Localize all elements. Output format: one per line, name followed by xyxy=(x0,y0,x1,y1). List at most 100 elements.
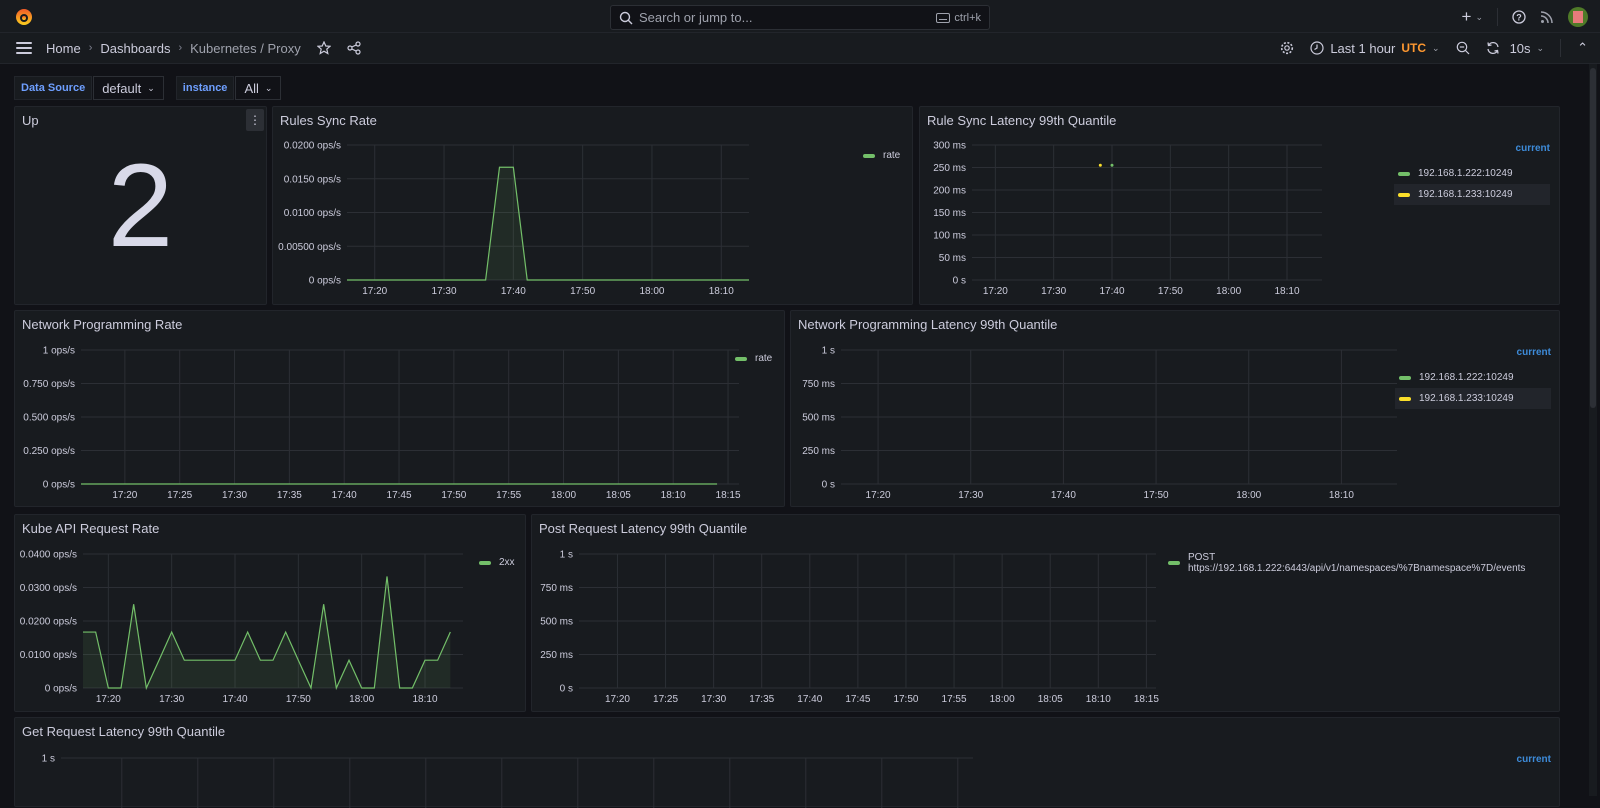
x-tick-label: 17:40 xyxy=(222,694,247,705)
grafana-logo-icon[interactable] xyxy=(14,7,34,27)
x-tick-label: 18:00 xyxy=(639,286,664,297)
divider xyxy=(1497,8,1498,26)
x-tick-label: 17:50 xyxy=(893,694,918,705)
breadcrumb-dashboards[interactable]: Dashboards xyxy=(100,41,170,56)
data-point xyxy=(1110,163,1114,167)
chart-get-request-latency[interactable]: 1 s xyxy=(15,718,1561,808)
x-tick-label: 17:40 xyxy=(797,694,822,705)
legend-item[interactable]: 192.168.1.222:10249 xyxy=(1395,367,1551,388)
y-tick-label: 0 s xyxy=(953,276,966,287)
legend-item[interactable]: 192.168.1.233:10249 xyxy=(1395,388,1551,409)
legend-label: 192.168.1.222:10249 xyxy=(1419,372,1514,383)
panel-get-request-latency[interactable]: Get Request Latency 99th Quantile 1 s cu… xyxy=(14,717,1561,808)
dashboard-nav-bar: Home › Dashboards › Kubernetes / Proxy L… xyxy=(0,33,1600,64)
legend-color-swatch xyxy=(1398,192,1410,197)
legend-item[interactable]: rate xyxy=(859,145,904,166)
chevron-down-icon: ⌄ xyxy=(1475,11,1483,22)
chart-post-request-latency[interactable]: 0 s 250 ms 500 ms 750 ms 1 s 17:20 17:25 17:30 1… xyxy=(532,515,1561,713)
panel-rule-sync-latency[interactable]: Rule Sync Latency 99th Quantile 0 s 50 ms… xyxy=(919,106,1560,305)
panel-title: Up xyxy=(22,113,39,128)
menu-icon[interactable] xyxy=(16,42,32,54)
panel-up[interactable]: Up ⋮ 2 xyxy=(14,106,267,305)
chart-network-programming-latency[interactable]: 0 s 250 ms 500 ms 750 ms 1 s 17:20 17:30 17:40 1… xyxy=(791,311,1561,508)
y-tick-label: 0.0300 ops/s xyxy=(20,583,77,594)
panel-network-programming-rate[interactable]: Network Programming Rate 0 ops/s 0.250 op… xyxy=(14,310,785,507)
refresh-icon xyxy=(1486,41,1499,55)
time-range-label: Last 1 hour xyxy=(1330,40,1396,56)
panel-kube-api-request-rate[interactable]: Kube API Request Rate 0 ops/s 0.0100 ops/… xyxy=(14,514,526,712)
chevron-down-icon: ⌄ xyxy=(147,82,155,93)
y-tick-label: 0.0100 ops/s xyxy=(284,208,341,219)
chevron-down-icon: ⌄ xyxy=(264,82,273,93)
legend-item[interactable]: 2xx xyxy=(475,552,519,573)
x-tick-label: 17:20 xyxy=(866,490,891,501)
breadcrumb-current: Kubernetes / Proxy xyxy=(190,40,301,56)
new-button[interactable]: + ⌄ xyxy=(1462,7,1483,27)
chart-network-programming-rate[interactable]: 0 ops/s 0.250 ops/s 0.500 ops/s 0.750 ops/s… xyxy=(15,311,786,508)
panel-rules-sync-rate[interactable]: Rules Sync Rate 0 ops/s 0.00500 ops/s 0.01… xyxy=(272,106,913,305)
time-range-picker[interactable]: Last 1 hour UTC ⌄ xyxy=(1310,40,1440,56)
legend-color-swatch xyxy=(735,356,747,361)
zoom-out-icon[interactable] xyxy=(1456,41,1470,55)
legend-item[interactable]: POST https://192.168.1.222:6443/api/v1/n… xyxy=(1164,552,1559,574)
y-tick-label: 0 s xyxy=(822,480,835,491)
refresh-picker[interactable]: 10s ⌄ xyxy=(1486,41,1544,56)
y-tick-label: 750 ms xyxy=(802,379,835,390)
x-tick-label: 18:10 xyxy=(1086,694,1111,705)
x-tick-label: 17:25 xyxy=(167,490,192,501)
legend-item[interactable]: 192.168.1.222:10249 xyxy=(1394,163,1550,184)
legend-column-header-current[interactable]: current xyxy=(1395,347,1551,367)
legend-item[interactable]: 192.168.1.233:10249 xyxy=(1394,184,1550,205)
chart-kube-api-request-rate[interactable]: 0 ops/s 0.0100 ops/s 0.0200 ops/s 0.0300 op… xyxy=(15,515,527,713)
panel-menu-icon[interactable]: ⋮ xyxy=(246,109,264,131)
x-tick-label: 17:50 xyxy=(1158,286,1183,297)
y-tick-label: 1 s xyxy=(42,754,55,765)
share-icon[interactable] xyxy=(347,41,361,55)
legend-column-header-current[interactable]: current xyxy=(1394,143,1550,163)
legend: 2xx xyxy=(475,552,519,573)
user-avatar[interactable] xyxy=(1568,7,1588,27)
y-tick-label: 0.0400 ops/s xyxy=(20,550,77,561)
y-tick-label: 0.250 ops/s xyxy=(23,446,75,457)
variable-select-datasource[interactable]: default ⌄ xyxy=(93,76,164,100)
search-box[interactable]: Search or jump to... ctrl+k xyxy=(610,5,990,30)
legend: POST https://192.168.1.222:6443/api/v1/n… xyxy=(1164,552,1559,574)
legend-label: 2xx xyxy=(499,557,515,568)
variable-label-datasource: Data Source xyxy=(14,76,93,100)
legend: rate xyxy=(731,348,776,369)
x-tick-label: 17:50 xyxy=(286,694,311,705)
chevron-down-icon: ⌄ xyxy=(1432,42,1440,53)
x-tick-label: 17:20 xyxy=(112,490,137,501)
rss-news-icon[interactable] xyxy=(1540,10,1554,24)
breadcrumb-home[interactable]: Home xyxy=(46,41,81,56)
y-tick-label: 250 ms xyxy=(540,650,573,661)
page-scrollbar[interactable] xyxy=(1589,64,1597,796)
x-tick-label: 17:40 xyxy=(1099,286,1124,297)
scrollbar-thumb[interactable] xyxy=(1590,68,1596,408)
chart-rules-sync-rate[interactable]: 0 ops/s 0.00500 ops/s 0.0100 ops/s 0.0150 o… xyxy=(273,107,914,306)
legend-item[interactable]: rate xyxy=(731,348,776,369)
settings-gear-icon[interactable] xyxy=(1280,41,1294,55)
variable-label-instance: instance xyxy=(175,76,235,100)
y-tick-label: 0.0150 ops/s xyxy=(284,174,341,185)
search-shortcut: ctrl+k xyxy=(936,12,981,24)
x-tick-label: 17:50 xyxy=(570,286,595,297)
panel-post-request-latency[interactable]: Post Request Latency 99th Quantile 0 s 25… xyxy=(531,514,1560,712)
legend: rate xyxy=(859,145,904,166)
variable-select-instance[interactable]: All ⌄ xyxy=(235,76,282,100)
x-tick-label: 17:40 xyxy=(332,490,357,501)
x-tick-label: 17:35 xyxy=(749,694,774,705)
legend-column-header-current[interactable]: current xyxy=(1395,754,1551,774)
collapse-chevron-up-icon[interactable]: ⌃ xyxy=(1577,40,1588,56)
x-tick-label: 17:40 xyxy=(501,286,526,297)
panel-network-programming-latency[interactable]: Network Programming Latency 99th Quantil… xyxy=(790,310,1560,507)
chart-rule-sync-latency[interactable]: 0 s 50 ms 100 ms 150 ms 200 ms 250 ms 300 ms 17… xyxy=(920,107,1561,306)
legend-color-swatch xyxy=(1399,396,1411,401)
chevron-right-icon: › xyxy=(88,42,93,54)
divider xyxy=(1560,39,1562,57)
x-tick-label: 17:30 xyxy=(159,694,184,705)
legend: current 192.168.1.222:10249 192.168.1.233:… xyxy=(1394,143,1550,205)
star-icon[interactable] xyxy=(316,41,331,55)
x-tick-label: 17:55 xyxy=(942,694,967,705)
help-icon[interactable]: ? xyxy=(1512,10,1526,24)
